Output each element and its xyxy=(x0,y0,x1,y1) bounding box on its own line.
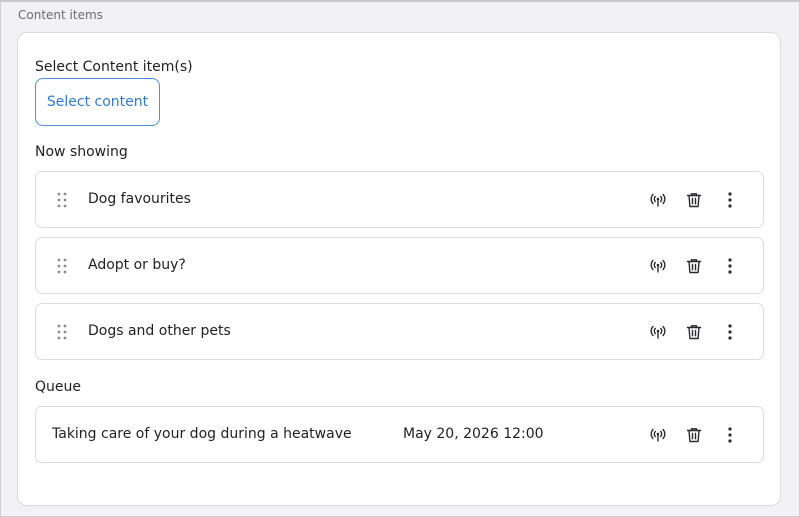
now-showing-label: Now showing xyxy=(35,144,128,160)
now-showing-item[interactable]: Dogs and other pets xyxy=(35,303,764,360)
queue-label: Queue xyxy=(35,379,81,395)
drag-handle-icon[interactable] xyxy=(57,324,67,340)
trash-icon[interactable] xyxy=(684,425,704,445)
scheduled-date: May 20, 2026 12:00 xyxy=(403,426,544,442)
select-content-label: Select Content item(s) xyxy=(35,59,193,75)
drag-handle-icon[interactable] xyxy=(57,258,67,274)
more-vertical-icon[interactable] xyxy=(720,256,740,276)
more-vertical-icon[interactable] xyxy=(720,190,740,210)
trash-icon[interactable] xyxy=(684,322,704,342)
now-showing-item[interactable]: Dog favourites xyxy=(35,171,764,228)
trash-icon[interactable] xyxy=(684,256,704,276)
item-title: Taking care of your dog during a heatwav… xyxy=(52,426,352,442)
content-items-card: Select Content item(s) Select content No… xyxy=(17,32,781,506)
now-showing-item[interactable]: Adopt or buy? xyxy=(35,237,764,294)
select-content-button[interactable]: Select content xyxy=(35,78,160,126)
section-label: Content items xyxy=(18,8,103,22)
window-frame: Content items Select Content item(s) Sel… xyxy=(0,0,800,517)
more-vertical-icon[interactable] xyxy=(720,322,740,342)
drag-handle-icon[interactable] xyxy=(57,192,67,208)
item-title: Adopt or buy? xyxy=(88,257,186,273)
item-title: Dog favourites xyxy=(88,191,191,207)
broadcast-icon[interactable] xyxy=(648,322,668,342)
queue-item[interactable]: Taking care of your dog during a heatwav… xyxy=(35,406,764,463)
item-title: Dogs and other pets xyxy=(88,323,231,339)
broadcast-icon[interactable] xyxy=(648,425,668,445)
trash-icon[interactable] xyxy=(684,190,704,210)
broadcast-icon[interactable] xyxy=(648,190,668,210)
broadcast-icon[interactable] xyxy=(648,256,668,276)
more-vertical-icon[interactable] xyxy=(720,425,740,445)
